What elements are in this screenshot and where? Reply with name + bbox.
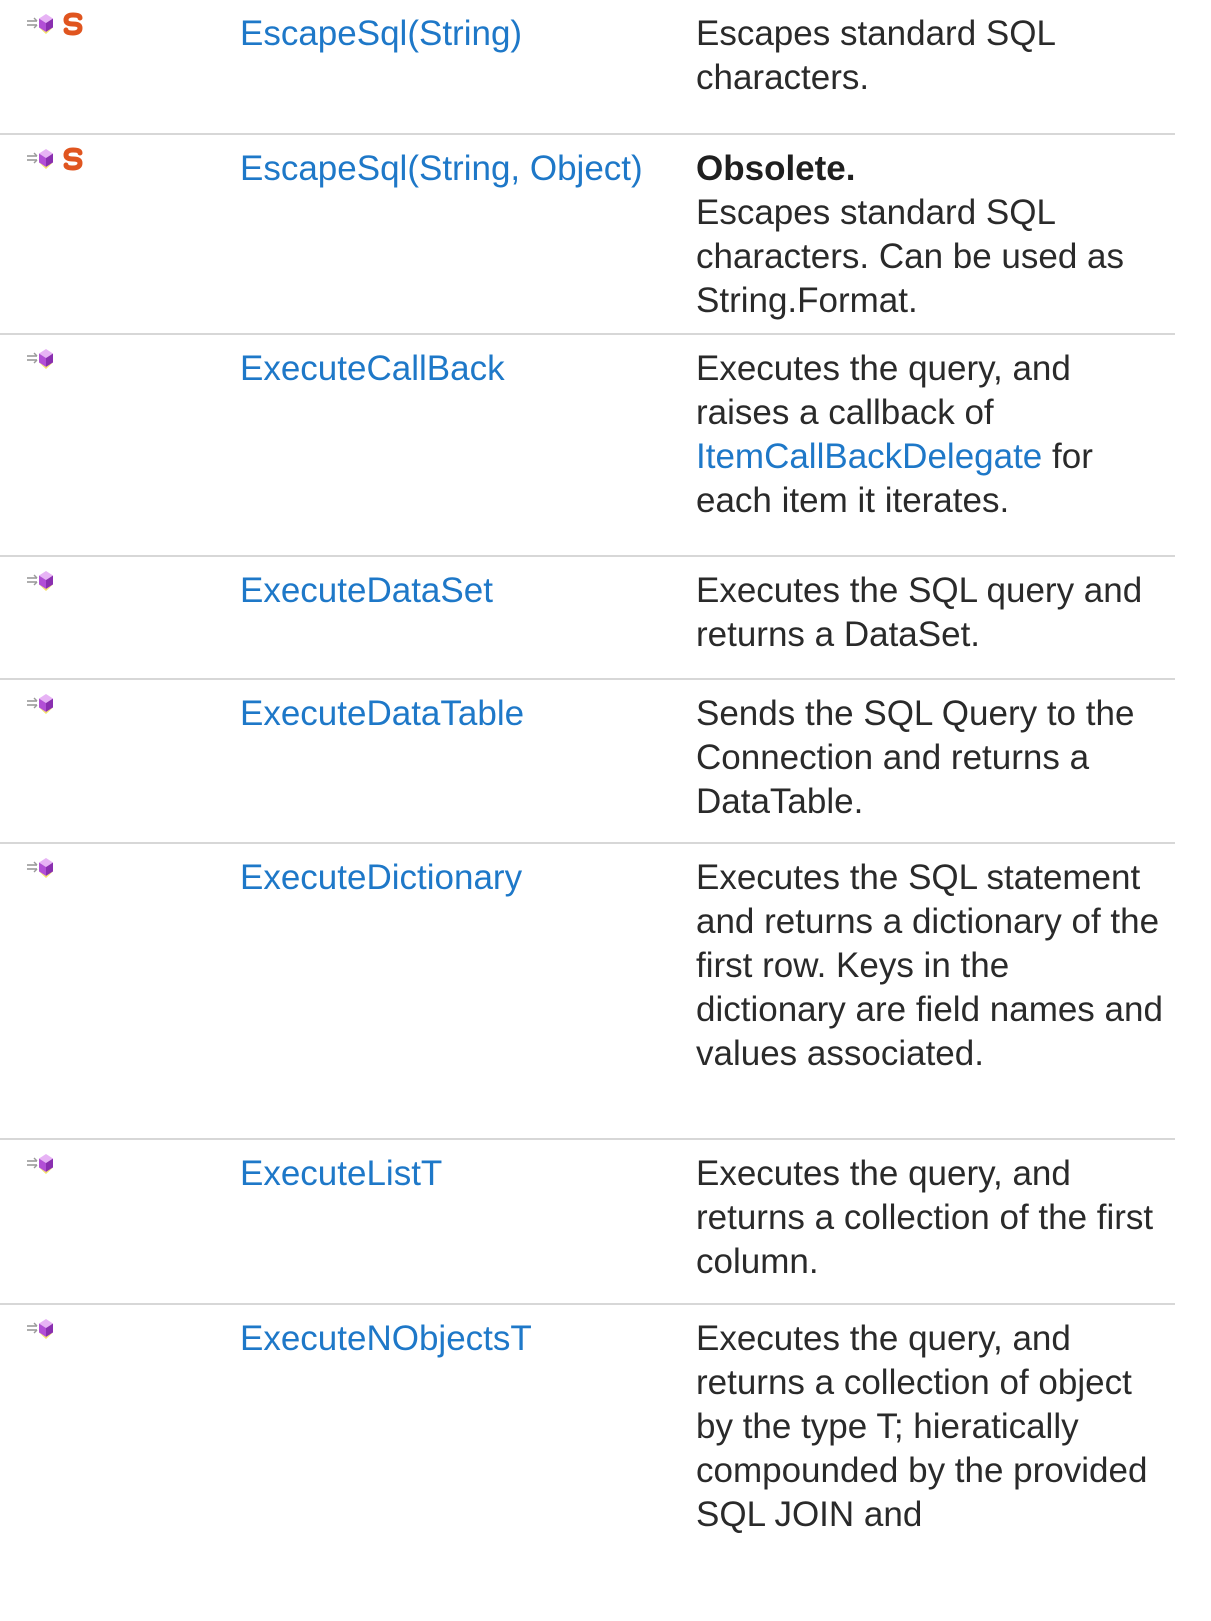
table-row: EscapeSql(String) Escapes standard SQL c… xyxy=(0,0,1175,135)
table-row: ExecuteDictionary Executes the SQL state… xyxy=(0,844,1175,1140)
itemcallbackdelegate-link[interactable]: ItemCallBackDelegate xyxy=(696,437,1042,476)
member-link-executenobjectst[interactable]: ExecuteNObjectsT xyxy=(240,1317,532,1361)
public-method-icon xyxy=(24,1317,56,1341)
description-text: Executes the SQL query and returns a Dat… xyxy=(696,571,1143,654)
public-method-icon xyxy=(24,569,56,593)
public-method-icon xyxy=(24,147,56,171)
member-icons xyxy=(24,12,84,36)
description-text: Executes the query, and returns a collec… xyxy=(696,1154,1154,1281)
member-description: Executes the query, and returns a collec… xyxy=(696,1152,1166,1284)
member-description: Executes the query, and returns a collec… xyxy=(696,1317,1166,1537)
member-link-escapesql-string[interactable]: EscapeSql(String) xyxy=(240,12,522,56)
table-row: ExecuteListT Executes the query, and ret… xyxy=(0,1140,1175,1305)
member-icons xyxy=(24,692,56,716)
static-member-icon xyxy=(62,147,84,171)
description-text: Executes the query, and returns a collec… xyxy=(696,1319,1148,1534)
table-row: ExecuteDataSet Executes the SQL query an… xyxy=(0,557,1175,680)
public-method-icon xyxy=(24,692,56,716)
member-description: Executes the query, and raises a callbac… xyxy=(696,347,1166,523)
description-text: Executes the query, and raises a callbac… xyxy=(696,349,1071,432)
obsolete-label: Obsolete. xyxy=(696,149,856,188)
member-icons xyxy=(24,569,56,593)
member-link-executelistt[interactable]: ExecuteListT xyxy=(240,1152,442,1196)
member-link-executecallback[interactable]: ExecuteCallBack xyxy=(240,347,505,391)
member-description: Executes the SQL query and returns a Dat… xyxy=(696,569,1166,657)
member-link-executedataset[interactable]: ExecuteDataSet xyxy=(240,569,493,613)
description-text: Escapes standard SQL characters. Can be … xyxy=(696,193,1125,320)
member-icons xyxy=(24,1317,56,1341)
member-link-executedatatable[interactable]: ExecuteDataTable xyxy=(240,692,524,736)
members-table: EscapeSql(String) Escapes standard SQL c… xyxy=(0,0,1175,1534)
static-member-icon xyxy=(62,12,84,36)
member-link-escapesql-string-object[interactable]: EscapeSql(String, Object) xyxy=(240,147,643,191)
public-method-icon xyxy=(24,347,56,371)
member-description: Executes the SQL statement and returns a… xyxy=(696,856,1166,1076)
member-description: Obsolete. Escapes standard SQL character… xyxy=(696,147,1166,323)
member-icons xyxy=(24,1152,56,1176)
public-method-icon xyxy=(24,12,56,36)
table-row: ExecuteDataTable Sends the SQL Query to … xyxy=(0,680,1175,844)
public-method-icon xyxy=(24,1152,56,1176)
public-method-icon xyxy=(24,856,56,880)
member-description: Sends the SQL Query to the Connection an… xyxy=(696,692,1166,824)
member-icons xyxy=(24,147,84,171)
description-text: Executes the SQL statement and returns a… xyxy=(696,858,1163,1073)
description-text: Escapes standard SQL characters. xyxy=(696,14,1055,97)
member-link-executedictionary[interactable]: ExecuteDictionary xyxy=(240,856,522,900)
member-icons xyxy=(24,856,56,880)
description-text: Sends the SQL Query to the Connection an… xyxy=(696,694,1135,821)
member-icons xyxy=(24,347,56,371)
table-row: ExecuteCallBack Executes the query, and … xyxy=(0,335,1175,557)
table-row: EscapeSql(String, Object) Obsolete. Esca… xyxy=(0,135,1175,335)
table-row: ExecuteNObjectsT Executes the query, and… xyxy=(0,1305,1175,1534)
member-description: Escapes standard SQL characters. xyxy=(696,12,1166,100)
